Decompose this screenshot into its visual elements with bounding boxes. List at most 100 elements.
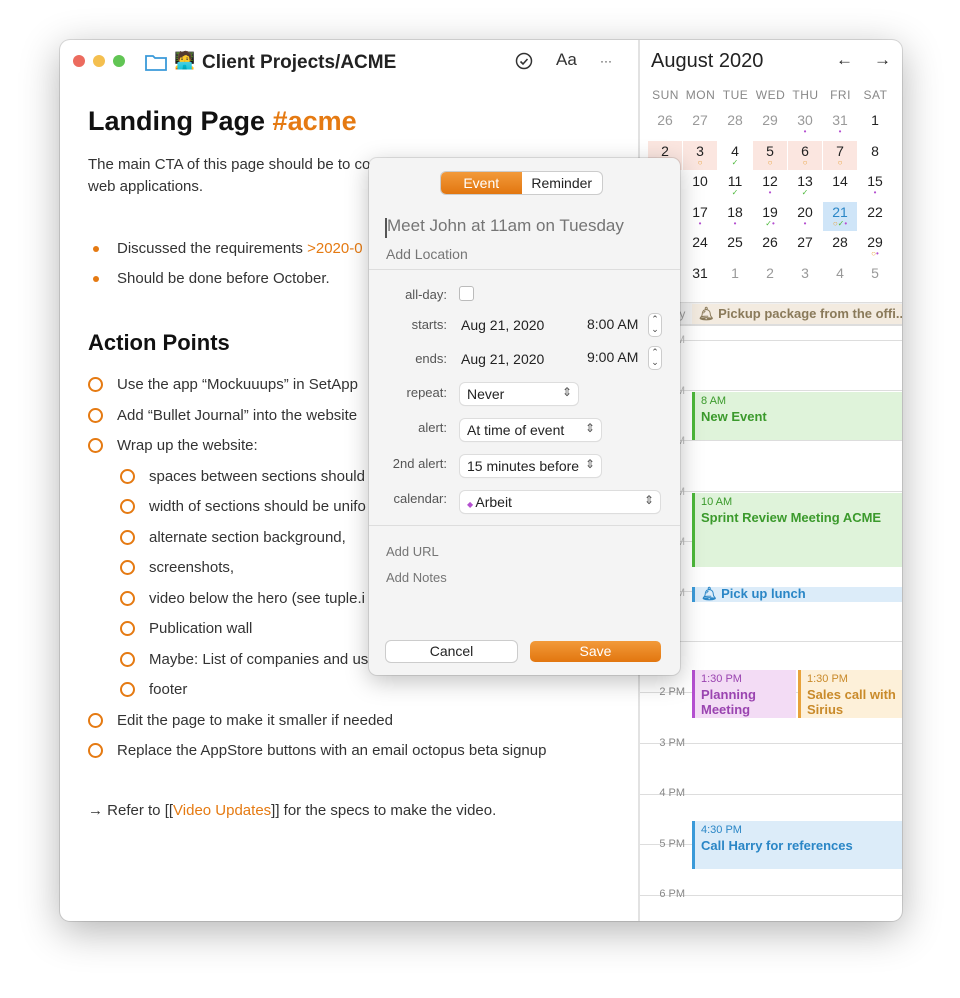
task-checkbox[interactable] bbox=[88, 407, 103, 423]
close-button[interactable] bbox=[73, 55, 85, 67]
task-checkbox[interactable] bbox=[120, 560, 135, 575]
start-time-stepper[interactable]: ⌃ ⌄ bbox=[649, 314, 661, 336]
event-call-harry[interactable]: 4:30 PM Call Harry for references bbox=[692, 821, 902, 869]
end-time[interactable]: 9:00 AM bbox=[587, 349, 638, 365]
start-time[interactable]: 8:00 AM bbox=[587, 316, 638, 332]
hour-label: 3 PM bbox=[659, 736, 685, 749]
location-input[interactable] bbox=[386, 246, 666, 262]
day-cell[interactable]: 6 ○ bbox=[788, 140, 822, 170]
cancel-button[interactable]: Cancel bbox=[386, 641, 517, 662]
day-cell[interactable]: 26 bbox=[753, 232, 787, 261]
day-cell[interactable]: 11 ✓ bbox=[718, 171, 752, 200]
event-new-event[interactable]: 8 AM New Event bbox=[692, 392, 902, 440]
minimize-button[interactable] bbox=[93, 55, 105, 67]
task-item: alternate section background, bbox=[149, 528, 346, 546]
day-cell[interactable]: 31 • bbox=[823, 110, 857, 139]
day-cell[interactable]: 14 bbox=[823, 171, 857, 200]
day-number: 2 bbox=[766, 265, 774, 281]
day-cell[interactable]: 21 ○✓• bbox=[823, 201, 857, 231]
day-cell[interactable]: 29 ○• bbox=[858, 232, 892, 261]
day-cell[interactable]: 27 bbox=[788, 232, 822, 261]
task-checkbox[interactable] bbox=[120, 499, 135, 514]
alert-select[interactable]: At time of event ⇕ bbox=[460, 419, 601, 441]
task-checkbox[interactable] bbox=[88, 712, 103, 728]
day-cell[interactable]: 26 bbox=[648, 110, 682, 139]
task-checkbox[interactable] bbox=[120, 590, 135, 606]
day-cell[interactable]: 28 bbox=[823, 232, 857, 261]
day-cell[interactable]: 18 • bbox=[718, 202, 752, 231]
start-date[interactable]: Aug 21, 2020 bbox=[461, 317, 544, 333]
task-checkbox[interactable] bbox=[120, 621, 135, 636]
font-button[interactable]: Aa bbox=[556, 50, 577, 70]
next-month-button[interactable]: → bbox=[874, 50, 891, 70]
repeat-select[interactable]: Never ⇕ bbox=[460, 383, 578, 405]
day-cell[interactable]: 30 • bbox=[788, 110, 822, 139]
task-checkbox[interactable] bbox=[88, 377, 103, 392]
task-checkbox[interactable] bbox=[120, 682, 135, 697]
save-button[interactable]: Save bbox=[530, 641, 661, 662]
day-cell[interactable]: 5 ○ bbox=[753, 140, 787, 170]
task-checkbox[interactable] bbox=[88, 438, 103, 453]
day-cell[interactable]: 3 ○ bbox=[683, 140, 717, 170]
day-cell[interactable]: 13 ✓ bbox=[788, 171, 822, 200]
day-cell[interactable]: 10 bbox=[683, 171, 717, 200]
day-cell[interactable]: 29 bbox=[753, 110, 787, 139]
date-link[interactable]: >2020-0 bbox=[307, 240, 362, 257]
task-item: Publication wall bbox=[149, 620, 253, 637]
day-cell[interactable]: 19 ✓• bbox=[753, 202, 787, 231]
calendar-label: calendar: bbox=[393, 491, 447, 506]
checkmark-circle-icon[interactable] bbox=[515, 52, 533, 70]
allday-event[interactable]: 🔔︎ Pickup package from the offi... bbox=[692, 304, 902, 324]
day-event-markers: ✓ bbox=[731, 157, 739, 167]
tag-link[interactable]: #acme bbox=[273, 106, 357, 136]
task-checkbox[interactable] bbox=[120, 468, 135, 484]
day-cell[interactable]: 17 • bbox=[683, 202, 717, 231]
day-number: 3 bbox=[696, 142, 704, 159]
day-cell[interactable]: 27 bbox=[683, 110, 717, 139]
tab-event[interactable]: Event bbox=[441, 172, 522, 194]
day-cell[interactable]: 7 ○ bbox=[823, 140, 857, 170]
end-date[interactable]: Aug 21, 2020 bbox=[461, 351, 544, 367]
tab-reminder[interactable]: Reminder bbox=[522, 172, 603, 194]
day-cell[interactable]: 1 bbox=[858, 110, 892, 139]
task-checkbox[interactable] bbox=[120, 529, 135, 545]
day-cell[interactable]: 2 bbox=[753, 263, 787, 292]
day-number: 13 bbox=[797, 173, 813, 190]
day-cell[interactable]: 1 bbox=[718, 263, 752, 292]
repeat-label: repeat: bbox=[406, 385, 447, 400]
event-type-toggle[interactable]: Event Reminder bbox=[441, 172, 602, 194]
day-cell[interactable]: 4 ✓ bbox=[718, 141, 752, 170]
alert2-select[interactable]: 15 minutes before ⇕ bbox=[460, 455, 601, 477]
ends-label: ends: bbox=[415, 351, 447, 366]
event-title-input[interactable] bbox=[387, 216, 667, 236]
notes-input[interactable] bbox=[386, 570, 666, 585]
day-number: 14 bbox=[832, 173, 848, 190]
day-cell[interactable]: 8 bbox=[858, 141, 892, 170]
day-cell[interactable]: 5 bbox=[858, 263, 892, 292]
day-cell[interactable]: 12 • bbox=[753, 171, 787, 200]
day-cell[interactable]: 22 bbox=[858, 202, 892, 231]
day-cell[interactable]: 25 bbox=[718, 232, 752, 261]
event-sales-call[interactable]: 1:30 PM Sales call with Sirius bbox=[798, 670, 902, 718]
day-cell[interactable]: 15 • bbox=[858, 171, 892, 200]
day-cell[interactable]: 24 bbox=[683, 232, 717, 261]
url-input[interactable] bbox=[386, 544, 666, 559]
day-cell[interactable]: 3 bbox=[788, 263, 822, 292]
day-number: 28 bbox=[727, 112, 743, 128]
task-checkbox[interactable] bbox=[120, 651, 135, 667]
task-checkbox[interactable] bbox=[88, 743, 103, 758]
day-cell[interactable]: 20 • bbox=[788, 202, 822, 231]
event-planning-meeting[interactable]: 1:30 PM Planning Meeting bbox=[692, 670, 796, 718]
prev-month-button[interactable]: ← bbox=[836, 50, 853, 70]
day-cell[interactable]: 28 bbox=[718, 110, 752, 139]
end-time-stepper[interactable]: ⌃ ⌄ bbox=[649, 347, 661, 369]
allday-checkbox[interactable] bbox=[459, 286, 474, 301]
event-sprint-review[interactable]: 10 AM Sprint Review Meeting ACME bbox=[692, 493, 902, 567]
day-cell[interactable]: 4 bbox=[823, 263, 857, 292]
day-cell[interactable]: 31 bbox=[683, 263, 717, 292]
more-button[interactable]: ··· bbox=[600, 54, 612, 68]
wiki-link[interactable]: Video Updates bbox=[173, 802, 271, 819]
zoom-button[interactable] bbox=[113, 55, 125, 67]
calendar-select[interactable]: ◆ Arbeit ⇕ bbox=[460, 491, 660, 513]
event-pick-up-lunch[interactable]: 🔔︎ Pick up lunch bbox=[692, 587, 902, 602]
